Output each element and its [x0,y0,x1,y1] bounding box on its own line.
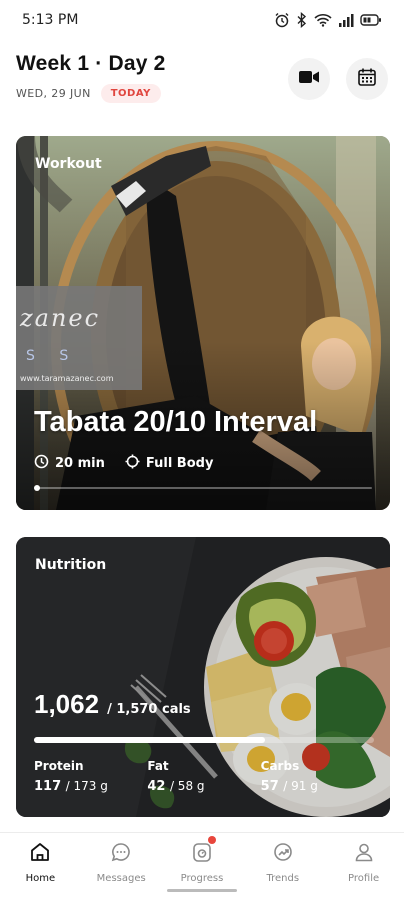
watermark-sign: zanec S S www.taramazanec.com [16,286,142,390]
trends-icon [272,841,294,867]
macro-label: Fat [147,759,169,773]
macro-fat: Fat 42 / 58 g [147,759,260,794]
workout-card[interactable]: zanec S S www.taramazanec.com Workout Ta… [16,136,390,510]
calendar-button[interactable] [346,58,388,100]
battery-icon [360,13,382,27]
calendar-icon [357,67,377,91]
logo-word: zanec [20,304,101,332]
calories-progress-fill [34,737,266,743]
tab-label: Home [25,873,56,884]
tab-label: Messages [96,873,146,884]
tab-trends[interactable]: Trends [242,833,323,900]
nutrition-card[interactable]: Nutrition 1,062 / 1,570 cals Protein 117… [16,537,390,817]
home-icon [29,841,51,867]
focus-text: Full Body [145,456,214,471]
tab-home[interactable]: Home [0,833,81,900]
date-row: WED, 29 JUN TODAY [16,84,388,103]
wifi-icon [314,13,332,27]
logo-sub: S S [26,348,79,364]
status-time: 5:13 PM [22,12,79,28]
macro-value: 57 / 91 g [260,779,318,794]
notification-dot [207,836,216,844]
page-title: Week 1 · Day 2 [16,52,166,75]
duration-text: 20 min [55,456,105,471]
date-text: WED, 29 JUN [16,87,91,100]
logo-url: www.taramazanec.com [20,374,114,383]
macro-value: 42 / 58 g [147,779,205,794]
duration-item: 20 min [34,454,105,473]
tab-label: Profile [348,873,380,884]
carousel-indicator [34,485,372,491]
tab-profile[interactable]: Profile [323,833,404,900]
video-button[interactable] [288,58,330,100]
alarm-icon [274,12,290,28]
status-icons [274,12,382,28]
clock-icon [34,454,49,473]
macro-label: Protein [34,759,84,773]
macros-row: Protein 117 / 173 g Fat 42 / 58 g Carbs … [34,759,374,794]
today-badge[interactable]: TODAY [100,84,161,103]
progress-icon [191,841,213,867]
bluetooth-icon [296,12,308,28]
tab-label: Trends [266,873,300,884]
workout-title: Tabata 20/10 Interval [34,406,318,438]
status-bar: 5:13 PM [0,0,404,40]
profile-icon [353,841,375,867]
calories-row: 1,062 / 1,570 cals [34,689,191,720]
tab-label: Progress [180,873,224,884]
page-header: Week 1 · Day 2 WED, 29 JUN TODAY [16,52,388,110]
video-camera-icon [298,69,320,89]
macro-carbs: Carbs 57 / 91 g [261,759,374,794]
tab-messages[interactable]: Messages [81,833,162,900]
signal-icon [338,13,354,27]
macro-value: 117 / 173 g [34,779,108,794]
workout-meta: 20 min Full Body [34,454,213,473]
crosshair-icon [125,454,140,473]
workout-label: Workout [35,156,102,172]
macro-label: Carbs [260,759,300,773]
carousel-dot [34,485,40,491]
macro-protein: Protein 117 / 173 g [34,759,147,794]
calories-value: 1,062 [34,689,100,719]
nutrition-label: Nutrition [35,557,107,573]
calories-progress-bar [34,737,374,743]
focus-item: Full Body [125,454,214,473]
calories-target: / 1,570 cals [107,702,191,717]
home-indicator [167,889,237,892]
message-icon [110,841,132,867]
